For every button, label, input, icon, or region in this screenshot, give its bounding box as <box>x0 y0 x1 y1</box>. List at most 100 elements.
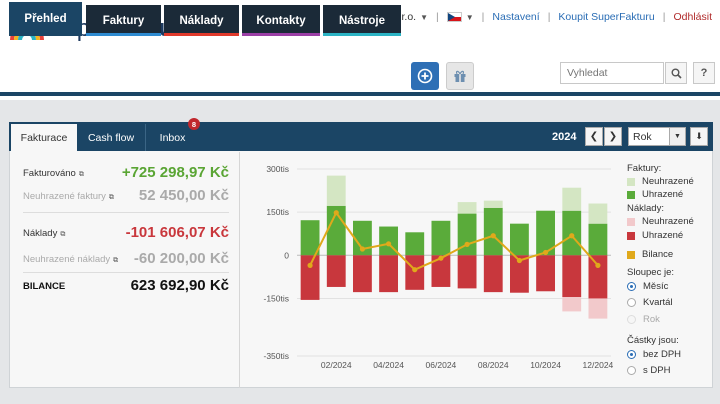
previous-year-button[interactable]: ❮ <box>585 127 603 146</box>
gift-button[interactable] <box>446 62 474 90</box>
column-year-radio: Rok <box>627 314 660 325</box>
bar-invoice-paid <box>405 232 425 256</box>
year-label: 2024 <box>552 131 577 143</box>
tab-cash-flow[interactable]: Cash flow <box>78 124 144 151</box>
external-link-icon: ⧉ <box>113 257 119 264</box>
bar-expense-unpaid <box>562 297 582 312</box>
balance-point <box>438 255 444 261</box>
search-button[interactable] <box>665 62 687 84</box>
radio-selected-icon <box>627 282 636 291</box>
external-link-icon: ⧉ <box>60 231 66 238</box>
swatch <box>627 177 635 186</box>
legend-expenses-heading: Náklady: <box>627 203 664 214</box>
invoiced-value: +725 298,97 Kč <box>121 164 229 181</box>
y-tick-label: -150tis <box>263 293 289 303</box>
add-button[interactable] <box>411 62 439 90</box>
buy-link[interactable]: Koupit SuperFakturu <box>558 11 654 23</box>
x-tick-label: 06/2024 <box>426 360 457 370</box>
unpaid-invoices-value: 52 450,00 Kč <box>138 187 229 204</box>
bar-expense-unpaid <box>588 298 608 319</box>
nav-tab-invoices[interactable]: Faktury <box>86 5 161 36</box>
amounts-no-vat-radio[interactable]: bez DPH <box>627 349 681 360</box>
bar-expense-paid <box>483 255 503 293</box>
balance-row: BILANCE 623 692,90 Kč <box>23 277 229 297</box>
legend-balance[interactable]: Bilance <box>627 249 673 260</box>
period-select[interactable]: Rok ▼ <box>628 127 686 146</box>
column-quarter-radio[interactable]: Kvartál <box>627 297 673 308</box>
bar-expense-paid <box>588 255 608 299</box>
top-navigation: ExAds, s.r.o.▼ | ▼ | Nastavení | Koupit … <box>357 11 712 23</box>
bar-invoice-paid <box>457 213 477 256</box>
x-tick-label: 10/2024 <box>530 360 561 370</box>
amounts-with-vat-radio[interactable]: s DPH <box>627 365 670 376</box>
balance-value: 623 692,90 Kč <box>130 277 229 294</box>
balance-point <box>307 262 313 268</box>
balance-point <box>385 241 392 247</box>
tab-invoicing[interactable]: Fakturace <box>11 124 77 152</box>
bar-invoice-paid <box>588 223 608 256</box>
bar-expense-paid <box>300 255 320 300</box>
cashflow-chart: 300tis 150tis 0 -150tis -350tis 02/2024 04/202… <box>263 164 613 370</box>
invoiced-row: Fakturováno ⧉ +725 298,97 Kč <box>23 164 229 184</box>
swatch <box>627 250 635 259</box>
balance-point <box>595 262 601 268</box>
bar-invoice-unpaid <box>483 200 503 208</box>
bar-invoice-unpaid <box>326 175 346 206</box>
nav-tab-overview[interactable]: Přehled <box>9 2 82 36</box>
unpaid-expenses-label[interactable]: Neuhrazené náklady ⧉ <box>23 254 118 265</box>
bar-expense-paid <box>457 255 477 289</box>
chevron-down-icon: ▼ <box>420 13 429 22</box>
swatch <box>627 190 635 199</box>
amounts-heading: Částky jsou: <box>627 335 679 346</box>
swatch <box>627 217 635 226</box>
y-tick-label: 0 <box>284 250 289 260</box>
search-input[interactable] <box>560 62 664 84</box>
bar-invoice-unpaid <box>588 203 608 224</box>
nav-tab-contacts[interactable]: Kontakty <box>242 5 320 36</box>
y-tick-label: -350tis <box>263 351 289 361</box>
legend-invoices-heading: Faktury: <box>627 163 662 174</box>
divider <box>23 272 229 273</box>
help-button[interactable]: ? <box>693 62 715 84</box>
expenses-label[interactable]: Náklady ⧉ <box>23 228 65 239</box>
column-heading: Sloupec je: <box>627 267 675 278</box>
chevron-left-icon: ❮ <box>589 131 599 142</box>
column-month-radio[interactable]: Měsíc <box>627 281 668 292</box>
question-icon: ? <box>700 67 708 79</box>
nav-tab-expenses[interactable]: Náklady <box>164 5 239 36</box>
next-year-button[interactable]: ❯ <box>604 127 622 146</box>
x-tick-label: 02/2024 <box>321 360 352 370</box>
unpaid-invoices-label[interactable]: Neuhrazené faktury ⧉ <box>23 191 114 202</box>
unpaid-expenses-value: -60 200,00 Kč <box>133 250 229 267</box>
chevron-down-icon: ▼ <box>465 13 474 22</box>
nav-tab-tools[interactable]: Nástroje <box>323 5 401 36</box>
bar-invoice-unpaid <box>562 187 582 211</box>
logout-link[interactable]: Odhlásit <box>673 11 712 23</box>
balance-point <box>359 246 366 252</box>
bar-expense-paid <box>379 255 399 293</box>
x-tick-label: 08/2024 <box>478 360 509 370</box>
legend-expenses-unpaid[interactable]: Neuhrazené <box>627 216 694 227</box>
invoiced-label[interactable]: Fakturováno ⧉ <box>23 168 84 179</box>
period-select-value: Rok <box>633 131 652 143</box>
bar-invoice-unpaid <box>457 202 477 214</box>
bar-expense-paid <box>352 255 372 293</box>
settings-link[interactable]: Nastavení <box>492 11 539 23</box>
plus-circle-icon <box>417 68 433 84</box>
gift-icon <box>454 70 466 82</box>
legend-expenses-paid[interactable]: Uhrazené <box>627 230 683 241</box>
x-tick-label: 04/2024 <box>373 360 404 370</box>
language-selector[interactable]: ▼ <box>446 11 474 23</box>
balance-point <box>516 257 523 264</box>
chevron-down-icon: ▼ <box>669 128 685 145</box>
inbox-count-badge: 8 <box>188 118 200 130</box>
radio-selected-icon <box>627 350 636 359</box>
balance-point <box>490 233 496 239</box>
balance-label: BILANCE <box>23 281 66 292</box>
bar-expense-paid <box>536 255 556 292</box>
search-icon <box>671 68 682 79</box>
legend-invoices-paid[interactable]: Uhrazené <box>627 189 683 200</box>
legend-invoices-unpaid[interactable]: Neuhrazené <box>627 176 694 187</box>
radio-icon <box>627 366 636 375</box>
download-button[interactable]: ⬇ <box>690 127 708 146</box>
